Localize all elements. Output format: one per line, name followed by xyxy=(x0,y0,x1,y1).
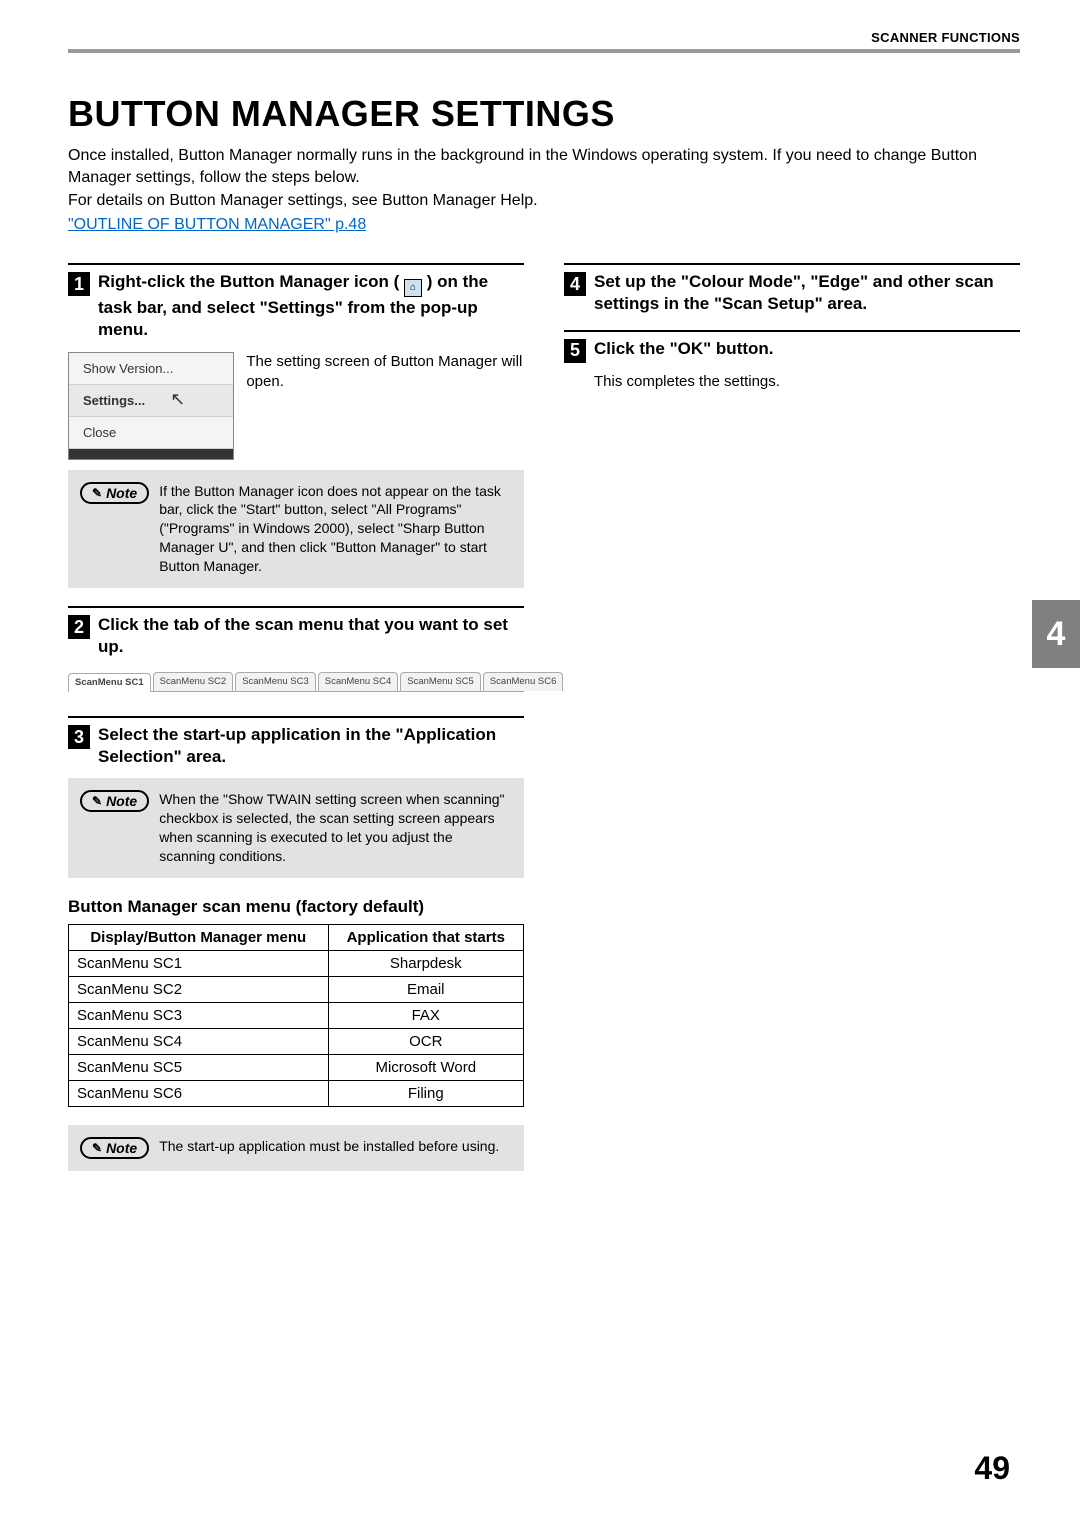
menu-bottom-band xyxy=(69,449,233,459)
note-label: Note xyxy=(106,485,137,501)
step3-title: Select the start-up application in the "… xyxy=(98,724,524,768)
step2-head: 2 Click the tab of the scan menu that yo… xyxy=(68,614,524,658)
step-divider xyxy=(564,263,1020,265)
cell-app: Email xyxy=(328,977,523,1003)
intro-p1: Once installed, Button Manager normally … xyxy=(68,145,1020,188)
cell-app: Sharpdesk xyxy=(328,951,523,977)
step-number: 2 xyxy=(68,615,90,639)
cell-app: OCR xyxy=(328,1029,523,1055)
pencil-icon: ✎ xyxy=(92,486,102,500)
step5-body: This completes the settings. xyxy=(594,373,1020,390)
page-number: 49 xyxy=(974,1450,1010,1487)
page-title: BUTTON MANAGER SETTINGS xyxy=(68,93,1020,135)
step-number: 3 xyxy=(68,725,90,749)
cell-menu: ScanMenu SC6 xyxy=(69,1081,329,1107)
step5-head: 5 Click the "OK" button. xyxy=(564,338,1020,363)
pencil-icon: ✎ xyxy=(92,1141,102,1155)
menu-item-settings: Settings... xyxy=(69,385,233,417)
step4-head: 4 Set up the "Colour Mode", "Edge" and o… xyxy=(564,271,1020,315)
th-app: Application that starts xyxy=(328,925,523,951)
step1-title-a: Right-click the Button Manager icon xyxy=(98,272,389,291)
step5-title: Click the "OK" button. xyxy=(594,338,774,360)
step-number: 4 xyxy=(564,272,586,296)
cell-app: Microsoft Word xyxy=(328,1055,523,1081)
note2-text: When the "Show TWAIN setting screen when… xyxy=(159,790,512,866)
cell-menu: ScanMenu SC5 xyxy=(69,1055,329,1081)
scan-tab: ScanMenu SC5 xyxy=(400,672,481,691)
th-display: Display/Button Manager menu xyxy=(69,925,329,951)
cell-menu: ScanMenu SC4 xyxy=(69,1029,329,1055)
cell-app: Filing xyxy=(328,1081,523,1107)
section-header: SCANNER FUNCTIONS xyxy=(68,30,1020,49)
menu-item-show-version: Show Version... xyxy=(69,353,233,385)
intro-p2: For details on Button Manager settings, … xyxy=(68,190,1020,212)
defaults-heading: Button Manager scan menu (factory defaul… xyxy=(68,896,524,918)
cell-menu: ScanMenu SC1 xyxy=(69,951,329,977)
left-column: 1 Right-click the Button Manager icon ( … xyxy=(68,263,524,1189)
step3-head: 3 Select the start-up application in the… xyxy=(68,724,524,768)
note1-text: If the Button Manager icon does not appe… xyxy=(159,482,512,576)
pencil-icon: ✎ xyxy=(92,794,102,808)
step-divider xyxy=(68,606,524,608)
note2-box: ✎ Note When the "Show TWAIN setting scree… xyxy=(68,778,524,878)
step1-open-text: The setting screen of Button Manager wil… xyxy=(246,352,524,393)
step2-title: Click the tab of the scan menu that you … xyxy=(98,614,524,658)
step1-head: 1 Right-click the Button Manager icon ( … xyxy=(68,271,524,341)
table-row: ScanMenu SC3FAX xyxy=(69,1003,524,1029)
step1-body: Show Version... Settings... Close ↖ The … xyxy=(68,352,524,460)
table-row: ScanMenu SC4OCR xyxy=(69,1029,524,1055)
step4-title: Set up the "Colour Mode", "Edge" and oth… xyxy=(594,271,1020,315)
note-badge: ✎ Note xyxy=(80,790,149,812)
defaults-table: Display/Button Manager menu Application … xyxy=(68,924,524,1107)
step1-title-open: ( xyxy=(394,272,404,291)
scan-tab: ScanMenu SC6 xyxy=(483,672,564,691)
scan-tabs-screenshot: ScanMenu SC1 ScanMenu SC2 ScanMenu SC3 S… xyxy=(68,668,524,692)
scan-tab: ScanMenu SC4 xyxy=(318,672,399,691)
note-badge: ✎ Note xyxy=(80,1137,149,1159)
top-divider xyxy=(68,49,1020,53)
popup-menu-screenshot: Show Version... Settings... Close ↖ xyxy=(68,352,234,460)
note-label: Note xyxy=(106,793,137,809)
cell-menu: ScanMenu SC2 xyxy=(69,977,329,1003)
step1-title: Right-click the Button Manager icon ( ⌂ … xyxy=(98,271,524,341)
scan-tab: ScanMenu SC2 xyxy=(153,672,234,691)
note-badge: ✎ Note xyxy=(80,482,149,504)
table-row: ScanMenu SC6Filing xyxy=(69,1081,524,1107)
step-divider xyxy=(68,716,524,718)
cell-app: FAX xyxy=(328,1003,523,1029)
scan-tab: ScanMenu SC1 xyxy=(68,673,151,692)
note-label: Note xyxy=(106,1140,137,1156)
outline-link[interactable]: "OUTLINE OF BUTTON MANAGER" p.48 xyxy=(68,216,366,233)
note1-box: ✎ Note If the Button Manager icon does no… xyxy=(68,470,524,588)
step-divider xyxy=(564,330,1020,332)
chapter-tab: 4 xyxy=(1032,600,1080,668)
table-row: ScanMenu SC1Sharpdesk xyxy=(69,951,524,977)
step-number: 5 xyxy=(564,339,586,363)
menu-item-close: Close xyxy=(69,417,233,449)
intro-block: Once installed, Button Manager normally … xyxy=(68,145,1020,235)
cell-menu: ScanMenu SC3 xyxy=(69,1003,329,1029)
right-column: 4 Set up the "Colour Mode", "Edge" and o… xyxy=(564,263,1020,1189)
table-row: ScanMenu SC5Microsoft Word xyxy=(69,1055,524,1081)
scan-tab: ScanMenu SC3 xyxy=(235,672,316,691)
step-divider xyxy=(68,263,524,265)
note3-box: ✎ Note The start-up application must be i… xyxy=(68,1125,524,1171)
button-manager-tray-icon: ⌂ xyxy=(404,279,422,297)
table-row: ScanMenu SC2Email xyxy=(69,977,524,1003)
note3-text: The start-up application must be install… xyxy=(159,1137,499,1156)
step-number: 1 xyxy=(68,272,90,296)
